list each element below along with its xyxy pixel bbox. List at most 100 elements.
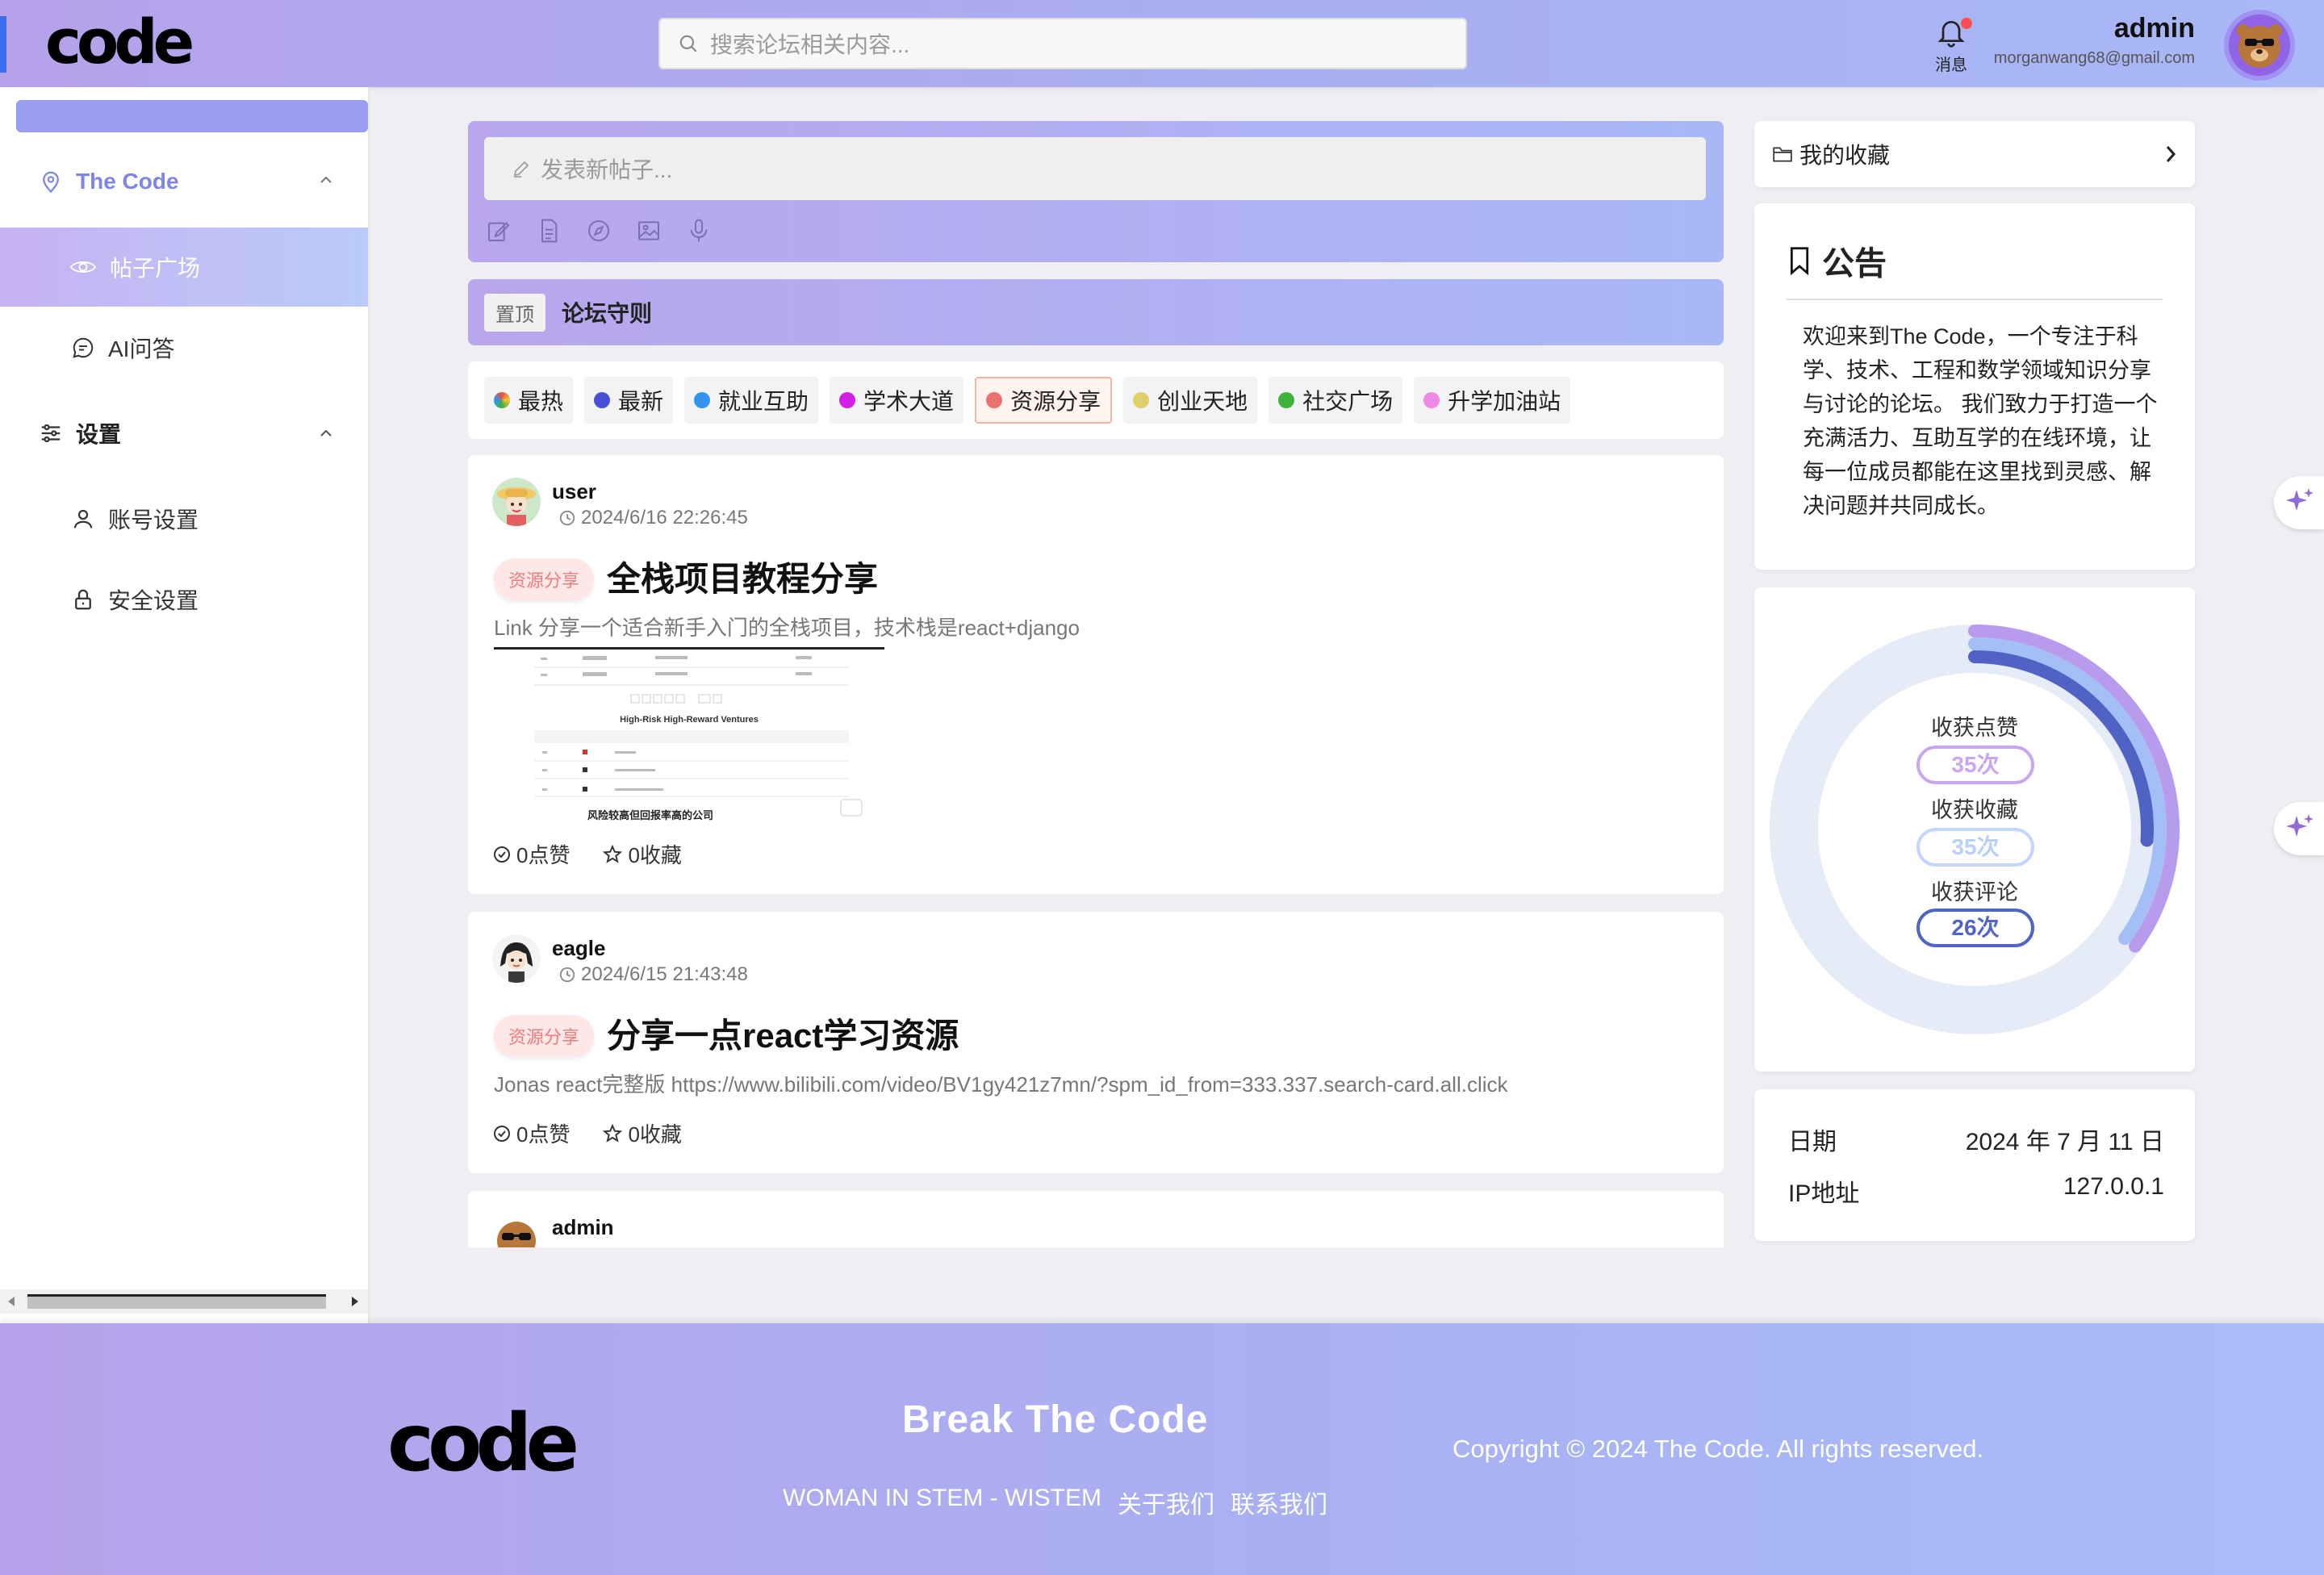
category-label: 最热 (518, 389, 564, 414)
lock-icon (71, 587, 95, 612)
girl-avatar-icon (492, 934, 541, 983)
sidebar-top-bar (16, 100, 368, 132)
sidebar-horizontal-scrollbar[interactable] (0, 1289, 368, 1314)
image-caption: High-Risk High-Reward Ventures (620, 715, 759, 725)
post-card[interactable]: eagle 2024/6/15 21:43:48 资源分享 分享一点react学… (468, 912, 1724, 1173)
footer-link-contact[interactable]: 联系我们 (1231, 1485, 1327, 1520)
check-circle-icon (492, 845, 512, 864)
favorite-count: 0收藏 (628, 1122, 682, 1147)
post-card[interactable]: admin (468, 1191, 1724, 1247)
notifications-button[interactable]: 消息 (1929, 11, 1974, 76)
post-image[interactable]: High-Risk High-Reward Ventures 风险较高但回报率高… (494, 647, 884, 821)
user-name: admin (2113, 13, 2195, 44)
pinned-title: 论坛守则 (562, 301, 653, 326)
sidebar-item-label: 安全设置 (108, 588, 199, 613)
footer-link-about[interactable]: 关于我们 (1118, 1485, 1214, 1520)
sidebar-section-label: 设置 (76, 422, 122, 447)
category-filter-bar: 最热 最新 就业互助 学术大道 资源分享 创业天地 社交广场 升学加油站 (468, 361, 1724, 439)
post-author[interactable]: user (552, 479, 596, 504)
post-category-tag[interactable]: 资源分享 (494, 1015, 595, 1057)
search-placeholder: 搜索论坛相关内容... (710, 32, 910, 57)
user-avatar[interactable] (492, 934, 541, 983)
post-timestamp: 2024/6/15 21:43:48 (581, 963, 748, 985)
footer-links: WOMAN IN STEM - WISTEM 关于我们 联系我们 (783, 1485, 1327, 1520)
category-label: 创业天地 (1157, 389, 1248, 414)
star-icon (602, 844, 623, 865)
image-icon[interactable] (636, 218, 662, 244)
category-resources[interactable]: 资源分享 (975, 377, 1113, 424)
user-info[interactable]: admin morganwang68@gmail.com (1994, 13, 2195, 68)
date-row: 日期 2024 年 7 月 11 日 (1788, 1122, 2164, 1157)
post-category-tag[interactable]: 资源分享 (494, 558, 595, 600)
category-latest[interactable]: 最新 (584, 377, 674, 424)
post-card[interactable]: user 2024/6/16 22:26:45 资源分享 全栈项目教程分享 Li… (468, 455, 1724, 894)
category-social[interactable]: 社交广场 (1269, 377, 1403, 424)
user-email: morganwang68@gmail.com (1993, 49, 2195, 67)
my-favorites-link[interactable]: 我的收藏 (1754, 121, 2195, 187)
bell-label: 消息 (1935, 56, 1967, 74)
sidebar-item-posts[interactable]: 帖子广场 (0, 228, 368, 307)
scroll-left-icon[interactable] (6, 1296, 16, 1307)
like-button[interactable]: 0点赞 (492, 839, 570, 869)
category-admission[interactable]: 升学加油站 (1414, 377, 1571, 424)
microphone-icon[interactable] (686, 218, 712, 244)
sidebar-item-ai-qa[interactable]: AI问答 (0, 308, 368, 387)
document-icon[interactable] (536, 218, 562, 244)
search-icon (678, 33, 699, 54)
sidebar-item-label: 帖子广场 (110, 256, 201, 281)
announcement-title: 公告 (1822, 246, 1887, 282)
user-avatar[interactable] (492, 1214, 541, 1247)
post-author[interactable]: eagle (552, 936, 606, 961)
compose-input[interactable]: 发表新帖子... (484, 137, 1706, 200)
category-hot[interactable]: 最热 (484, 377, 574, 424)
favorite-button[interactable]: 0收藏 (602, 1118, 682, 1148)
scroll-right-icon[interactable] (350, 1296, 360, 1307)
ip-row: IP地址 127.0.0.1 (1788, 1173, 2164, 1209)
ai-assistant-button[interactable] (2274, 476, 2324, 529)
date-label: 日期 (1788, 1129, 1837, 1155)
sidebar-item-security-settings[interactable]: 安全设置 (0, 560, 368, 639)
post-author[interactable]: admin (552, 1215, 614, 1240)
category-jobs[interactable]: 就业互助 (684, 377, 819, 424)
compass-icon[interactable] (586, 218, 612, 244)
category-academic[interactable]: 学术大道 (830, 377, 964, 424)
sliders-icon (39, 421, 63, 445)
date-value: 2024 年 7 月 11 日 (1965, 1129, 2164, 1155)
favorite-button[interactable]: 0收藏 (602, 839, 682, 869)
like-button[interactable]: 0点赞 (492, 1118, 570, 1148)
header-logo[interactable]: code (45, 11, 194, 73)
sidebar-section-the-code[interactable]: The Code (0, 142, 368, 221)
check-circle-icon (492, 1124, 512, 1143)
star-icon (602, 1123, 623, 1144)
user-avatar[interactable] (492, 478, 541, 526)
ip-value: 127.0.0.1 (2063, 1173, 2164, 1200)
category-startup[interactable]: 创业天地 (1123, 377, 1258, 424)
announcement-body: 欢迎来到The Code，一个专注于科学、技术、工程和数学领域知识分享与讨论的论… (1803, 324, 2158, 518)
girl-avatar-icon (492, 478, 541, 526)
scrollbar-thumb[interactable] (27, 1294, 326, 1309)
search-input[interactable]: 搜索论坛相关内容... (658, 18, 1467, 69)
user-avatar[interactable] (2229, 15, 2290, 76)
header-accent-bar (0, 16, 6, 73)
sidebar-item-account-settings[interactable]: 账号设置 (0, 479, 368, 558)
sidebar-section-settings[interactable]: 设置 (0, 394, 368, 473)
category-label: 资源分享 (1010, 389, 1101, 414)
sparkle-icon (2284, 813, 2316, 845)
category-dot (594, 392, 611, 408)
ai-assistant-button[interactable] (2274, 802, 2324, 855)
stats-label-likes: 收获点赞 (1931, 716, 2018, 740)
bookmark-icon (1788, 246, 1811, 275)
footer-link-wistem[interactable]: WOMAN IN STEM - WISTEM (783, 1485, 1101, 1520)
category-dot (1423, 392, 1440, 408)
post-title[interactable]: 分享一点react学习资源 (607, 1009, 959, 1058)
location-pin-icon (39, 169, 63, 194)
edit-icon[interactable] (486, 218, 512, 244)
bear-avatar-icon (2237, 24, 2282, 68)
stats-label-favorites: 收获收藏 (1931, 798, 2018, 822)
chevron-up-icon (318, 428, 334, 439)
sidebar-section-label: The Code (76, 169, 179, 194)
footer: code Break The Code WOMAN IN STEM - WIST… (0, 1323, 2324, 1575)
info-card: 日期 2024 年 7 月 11 日 IP地址 127.0.0.1 (1754, 1089, 2195, 1241)
post-title[interactable]: 全栈项目教程分享 (607, 552, 878, 601)
pinned-post[interactable]: 置顶 论坛守则 (468, 279, 1724, 345)
